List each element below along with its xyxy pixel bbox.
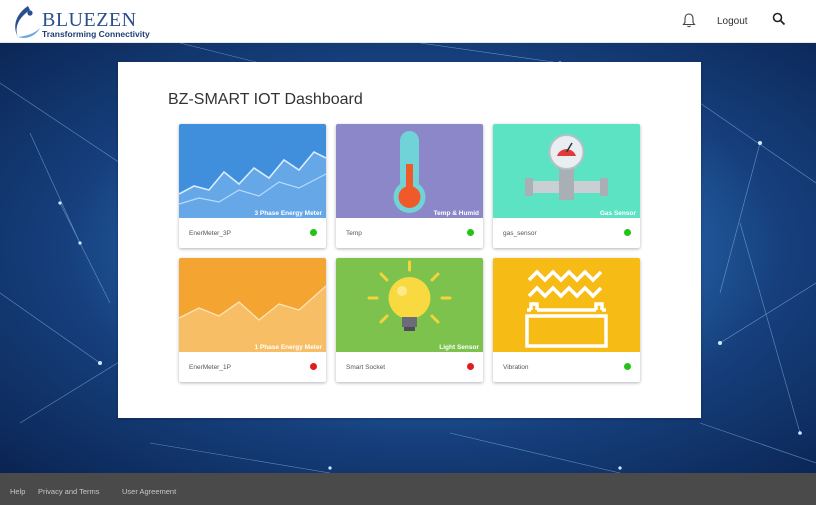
search-icon[interactable] bbox=[772, 12, 786, 26]
footer: Help Privacy and Terms User Agreement bbox=[0, 473, 816, 505]
footer-link-privacy[interactable]: Privacy and Terms bbox=[38, 487, 100, 496]
device-card-smart-socket[interactable]: Light Sensor Smart Socket bbox=[336, 258, 483, 382]
status-dot bbox=[310, 229, 317, 236]
device-card-vibration[interactable]: Vibration bbox=[493, 258, 640, 382]
card-media: Gas Sensor bbox=[493, 124, 640, 218]
device-name: Temp bbox=[346, 230, 362, 237]
gauge-pipe-icon bbox=[525, 134, 608, 200]
card-media: 3 Phase Energy Meter bbox=[179, 124, 326, 218]
area-chart-icon bbox=[179, 285, 326, 352]
page-title: BZ-SMART IOT Dashboard bbox=[168, 91, 363, 108]
card-image-label: 3 Phase Energy Meter bbox=[254, 210, 322, 217]
status-dot bbox=[624, 363, 631, 370]
device-name: Smart Socket bbox=[346, 364, 386, 371]
status-dot bbox=[467, 229, 474, 236]
device-card-temp[interactable]: Temp & Humid Temp bbox=[336, 124, 483, 248]
top-bar: BLUEZEN Transforming Connectivity Logout bbox=[0, 0, 816, 43]
thermometer-icon bbox=[393, 131, 426, 213]
line-chart-icon bbox=[179, 151, 326, 218]
device-card-enermeter-1p[interactable]: 1 Phase Energy Meter EnerMeter_1P bbox=[179, 258, 326, 382]
card-media: Light Sensor bbox=[336, 258, 483, 352]
device-card-gas-sensor[interactable]: Gas Sensor gas_sensor bbox=[493, 124, 640, 248]
device-card-enermeter-3p[interactable]: 3 Phase Energy Meter EnerMeter_3P bbox=[179, 124, 326, 248]
status-dot bbox=[467, 363, 474, 370]
device-name: gas_sensor bbox=[503, 230, 537, 237]
status-dot bbox=[310, 363, 317, 370]
card-image-label: Light Sensor bbox=[439, 344, 479, 351]
light-bulb-icon bbox=[367, 260, 452, 331]
logo-swoosh-icon bbox=[15, 6, 40, 38]
logout-link[interactable]: Logout bbox=[717, 16, 748, 27]
footer-link-help[interactable]: Help bbox=[10, 487, 25, 496]
card-media: Temp & Humid bbox=[336, 124, 483, 218]
device-name: EnerMeter_3P bbox=[189, 230, 231, 237]
card-image-label: Temp & Humid bbox=[433, 210, 479, 217]
card-media bbox=[493, 258, 640, 352]
logo-tagline: Transforming Connectivity bbox=[42, 29, 150, 39]
status-dot bbox=[624, 229, 631, 236]
device-name: Vibration bbox=[503, 364, 529, 371]
footer-link-user-agreement[interactable]: User Agreement bbox=[122, 487, 176, 496]
card-media: 1 Phase Energy Meter bbox=[179, 258, 326, 352]
card-image-label: Gas Sensor bbox=[599, 210, 636, 217]
device-name: EnerMeter_1P bbox=[189, 364, 231, 371]
bell-icon[interactable] bbox=[682, 12, 696, 28]
card-image-label: 1 Phase Energy Meter bbox=[254, 344, 322, 351]
bluezen-logo[interactable]: BLUEZEN Transforming Connectivity bbox=[10, 4, 170, 40]
dashboard-panel: BZ-SMART IOT Dashboard 3 Phase Energy Me… bbox=[118, 62, 701, 418]
vibration-waves-icon bbox=[525, 269, 608, 348]
